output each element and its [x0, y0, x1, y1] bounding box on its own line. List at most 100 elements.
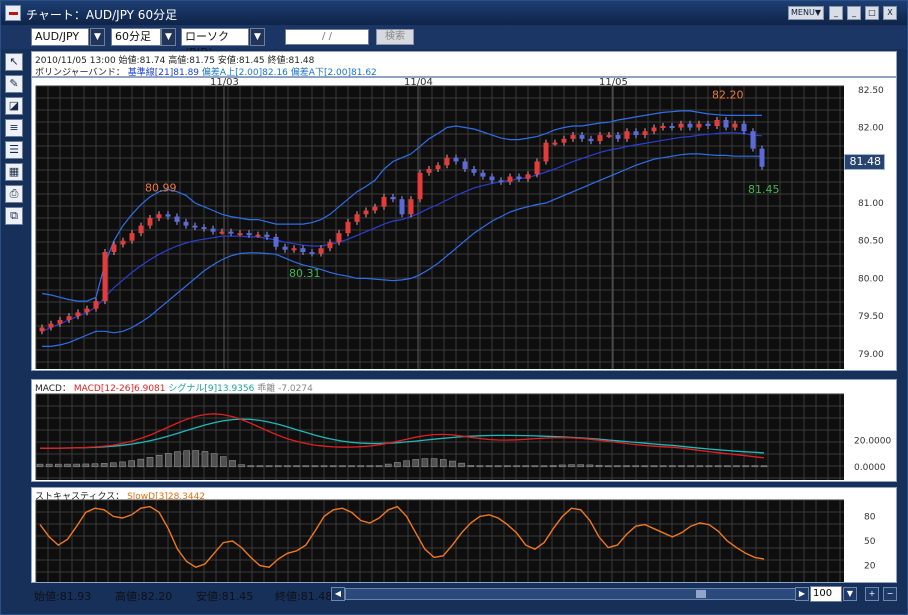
restore-button[interactable]: _	[847, 6, 861, 20]
status-close: 終値:81.48	[275, 590, 333, 603]
macd-histogram-bar	[760, 465, 768, 468]
macd-histogram-bar	[669, 465, 676, 468]
candle-body	[66, 316, 72, 320]
macd-histogram-bar	[348, 465, 355, 468]
y-tick-label: 79.50	[858, 312, 884, 322]
candle-body	[570, 135, 576, 139]
macd-histogram-bar	[632, 465, 639, 468]
candle-body	[93, 301, 99, 309]
title-bar: チャート：AUD/JPY 60分足 MENU▼ _ _ □ X	[1, 1, 907, 25]
macd-histogram-bar	[256, 465, 264, 468]
chart-window: チャート：AUD/JPY 60分足 MENU▼ _ _ □ X AUD/JPY …	[0, 0, 908, 615]
macd-histogram-bar	[55, 463, 62, 468]
macd-histogram-bar	[357, 465, 365, 468]
list-icon[interactable]: ☰	[5, 141, 23, 159]
macd-histogram-bar	[137, 458, 145, 468]
chart-icon[interactable]: ◪	[5, 97, 23, 115]
macd-histogram-bar	[366, 465, 374, 468]
bars-icon[interactable]: ≡	[5, 119, 23, 137]
candle-body	[669, 125, 675, 128]
menu-button[interactable]: MENU▼	[788, 6, 824, 20]
macd-histogram-bar	[219, 456, 227, 468]
price-annotation: 82.20	[712, 88, 744, 101]
candle-body	[624, 131, 630, 139]
printer-icon[interactable]: ⎙	[5, 185, 23, 203]
stoch-series-label: SlowD[3]28.3442	[127, 492, 206, 502]
timeframe-select[interactable]: 60分足	[111, 28, 161, 46]
timeframe-dropdown-icon[interactable]: ▼	[161, 28, 176, 46]
macd-histogram-bar	[421, 458, 429, 468]
macd-histogram-bar	[513, 465, 520, 468]
candle-body	[75, 312, 81, 317]
stoch-legend: ストキャスティクス： SlowD[3]28.3442	[35, 489, 205, 502]
status-high: 高値:82.20	[115, 590, 173, 603]
candle-body	[552, 142, 558, 145]
macd-histogram-bar	[742, 465, 749, 468]
table-icon[interactable]: ▦	[5, 163, 23, 181]
candle-body	[345, 221, 351, 234]
macd-chart: 20.0000 0.0000	[35, 393, 891, 480]
candle-body	[282, 246, 288, 250]
zoom-in-button[interactable]: +	[865, 587, 879, 601]
zoom-select[interactable]: 100	[810, 586, 842, 602]
scrollbar-thumb[interactable]	[696, 590, 706, 598]
candle-body	[291, 248, 297, 251]
pair-dropdown-icon[interactable]: ▼	[90, 28, 105, 46]
candle-body	[759, 148, 765, 167]
pencil-icon[interactable]: ✎	[5, 75, 23, 93]
horizontal-scrollbar[interactable]	[345, 588, 797, 600]
macd-histogram-bar	[678, 465, 685, 468]
macd-histogram-bar	[604, 465, 612, 468]
chart-type-select[interactable]: ローソク(BID)	[181, 28, 249, 59]
macd-histogram-bar	[82, 463, 90, 468]
macd-histogram-bar	[36, 463, 44, 468]
macd-histogram-bar	[284, 465, 291, 468]
macd-legend: MACD： MACD[12-26]6.9081 シグナル[9]13.9356 乖…	[35, 381, 313, 394]
macd-histogram-bar	[714, 465, 722, 468]
chart-type-dropdown-icon[interactable]: ▼	[250, 28, 265, 46]
candle-body	[660, 125, 666, 128]
stochastic-panel: ストキャスティクス： SlowD[3]28.3442 80 50 20	[31, 487, 897, 583]
macd-histogram-bar	[650, 465, 658, 468]
date-input[interactable]: / /	[285, 29, 369, 45]
close-button[interactable]: X	[883, 6, 897, 20]
candle-body	[138, 225, 144, 234]
macd-histogram-bar	[91, 463, 99, 468]
cursor-icon[interactable]: ↖	[5, 53, 23, 71]
candle-body	[156, 214, 162, 219]
minimize-button[interactable]: _	[829, 6, 843, 20]
candle-body	[597, 135, 603, 142]
candle-body	[219, 231, 225, 234]
macd-histogram-bar	[687, 465, 694, 468]
scroll-right-button[interactable]: ▶	[795, 587, 809, 601]
candle-body	[354, 214, 360, 222]
macd-series-label: MACD[12-26]6.9081	[73, 384, 166, 394]
macd-histogram-bar	[64, 463, 71, 468]
macd-histogram-bar	[201, 451, 209, 468]
macd-histogram-bar	[577, 464, 585, 468]
candle-body	[336, 233, 342, 243]
candle-body	[723, 119, 729, 128]
zoom-out-button[interactable]: −	[883, 587, 897, 601]
candle-body	[588, 138, 594, 142]
copy-icon[interactable]: ⧉	[5, 207, 23, 225]
macd-histogram-bar	[531, 465, 539, 468]
candle-body	[39, 327, 45, 332]
stoch-y-tick: 80	[864, 512, 876, 522]
macd-histogram-bar	[119, 461, 126, 468]
scroll-left-button[interactable]: ◀	[331, 587, 345, 601]
macd-histogram-bar	[751, 465, 759, 468]
candle-body	[534, 161, 540, 175]
price-annotation: 80.31	[289, 267, 321, 280]
maximize-button[interactable]: □	[865, 6, 879, 20]
candle-body	[633, 131, 639, 136]
pair-select[interactable]: AUD/JPY	[31, 28, 89, 46]
macd-histogram-bar	[595, 464, 603, 468]
candle-body	[678, 123, 684, 128]
candle-body	[561, 138, 567, 143]
toolbar: AUD/JPY ▼ 60分足 ▼ ローソク(BID) ▼ / / 検索	[1, 25, 907, 59]
macd-histogram-bar	[504, 465, 511, 468]
search-button[interactable]: 検索	[376, 29, 414, 45]
candle-body	[435, 165, 441, 170]
zoom-dropdown-icon[interactable]: ▼	[843, 587, 857, 601]
